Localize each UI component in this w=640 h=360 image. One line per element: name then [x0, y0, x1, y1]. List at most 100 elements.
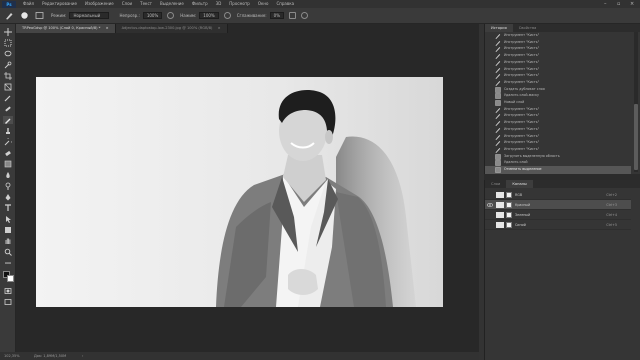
menu-help[interactable]: Справка — [272, 0, 298, 8]
menu-filter[interactable]: Фильтр — [188, 0, 212, 8]
clone-stamp-tool-icon[interactable] — [3, 127, 13, 135]
brush-icon — [495, 80, 501, 86]
menu-image[interactable]: Изображение — [81, 0, 118, 8]
quick-mask-icon[interactable] — [3, 287, 13, 295]
mode-label: Режим: — [51, 13, 67, 18]
eyedropper-tool-icon[interactable] — [3, 94, 13, 102]
brush-icon — [495, 127, 501, 133]
channel-thumbnail — [496, 192, 504, 198]
brush-icon — [495, 46, 501, 53]
history-scrollbar[interactable] — [634, 32, 638, 172]
menu-type[interactable]: Текст — [136, 0, 156, 8]
menu-view[interactable]: Просмотр — [225, 0, 254, 8]
channel-row[interactable]: RGB Ctrl+2 — [485, 190, 631, 200]
gradient-tool-icon[interactable] — [3, 160, 13, 168]
marquee-tool-icon[interactable] — [3, 39, 13, 47]
history-panel-tabs: История Свойства — [485, 24, 640, 32]
screen-mode-icon[interactable] — [3, 298, 13, 306]
pressure-size-icon[interactable] — [301, 12, 309, 19]
healing-brush-tool-icon[interactable] — [3, 105, 13, 113]
smoothing-input[interactable]: 0% — [269, 12, 285, 19]
visibility-toggle[interactable] — [487, 222, 493, 228]
flow-input[interactable]: 100% — [199, 12, 219, 19]
type-tool-icon[interactable] — [3, 204, 13, 212]
tab-channels[interactable]: Каналы — [506, 180, 533, 188]
opacity-input[interactable]: 100% — [142, 12, 163, 19]
brush-icon — [495, 60, 501, 66]
hand-tool-icon[interactable] — [3, 237, 13, 245]
move-tool-icon[interactable] — [3, 28, 13, 36]
frame-tool-icon[interactable] — [3, 83, 13, 91]
pressure-opacity-icon[interactable] — [167, 12, 175, 19]
tab-close-icon[interactable]: × — [218, 26, 221, 30]
tab-history[interactable]: История — [485, 24, 513, 32]
minimize-icon[interactable]: – — [604, 0, 607, 8]
tab-close-icon[interactable]: × — [106, 26, 109, 30]
menu-file[interactable]: Файл — [19, 0, 38, 8]
crop-tool-icon[interactable] — [3, 72, 13, 80]
blur-tool-icon[interactable] — [3, 171, 13, 179]
close-window-icon[interactable]: × — [630, 0, 634, 8]
shape-tool-icon[interactable] — [3, 226, 13, 234]
zoom-tool-icon[interactable] — [3, 248, 13, 256]
status-arrow-icon[interactable]: › — [82, 352, 83, 360]
brush-icon — [495, 73, 501, 80]
channel-row[interactable]: Синий Ctrl+5 — [485, 220, 631, 230]
visibility-toggle[interactable] — [487, 192, 493, 198]
menu-3d[interactable]: 3D — [212, 0, 226, 8]
brush-tool-icon[interactable] — [3, 116, 13, 124]
menu-window[interactable]: Окно — [254, 0, 273, 8]
background-color-swatch[interactable] — [7, 275, 14, 282]
channel-row[interactable]: Зеленый Ctrl+4 — [485, 210, 631, 220]
visibility-toggle[interactable] — [487, 212, 493, 218]
more-tools-icon[interactable] — [3, 259, 13, 267]
channel-name: Красный — [515, 203, 531, 207]
tab-active-document[interactable]: TRPeoGdsp @ 100% (Слой 0, Красный/8) * × — [16, 24, 116, 33]
brush-icon — [495, 107, 501, 113]
document-photo[interactable] — [36, 77, 443, 307]
history-item-label: Отменить выделение — [504, 167, 542, 171]
zoom-level[interactable]: 102,35% — [4, 352, 20, 360]
channel-name: Зеленый — [515, 213, 531, 217]
app-logo: Ps — [2, 0, 16, 8]
path-selection-tool-icon[interactable] — [3, 215, 13, 223]
menu-layers[interactable]: Слои — [118, 0, 136, 8]
brush-size-picker[interactable] — [19, 11, 30, 20]
history-item[interactable]: Отменить выделение — [485, 166, 631, 174]
channel-mask-thumbnail — [506, 202, 512, 208]
brush-icon — [495, 33, 501, 39]
channel-name: RGB — [515, 193, 523, 197]
brush-panel-icon[interactable] — [34, 11, 45, 20]
brush-icon — [495, 53, 501, 60]
channel-shortcut: Ctrl+3 — [606, 203, 617, 207]
dodge-tool-icon[interactable] — [3, 182, 13, 190]
smoothing-settings-icon[interactable] — [289, 12, 297, 19]
airbrush-icon[interactable] — [223, 12, 231, 19]
mode-select[interactable]: Нормальный — [69, 12, 110, 19]
history-state-icon — [495, 100, 501, 106]
doc-size: Док: 1,89М/1,50М — [34, 354, 67, 358]
channel-name: Синий — [515, 223, 526, 227]
quick-select-tool-icon[interactable] — [3, 61, 13, 69]
menu-select[interactable]: Выделение — [156, 0, 188, 8]
channel-mask-thumbnail — [506, 222, 512, 228]
brush-icon — [495, 113, 501, 120]
maximize-icon[interactable]: ▫ — [617, 0, 620, 8]
eye-icon[interactable] — [486, 202, 494, 208]
smoothing-label: Сглаживание: — [236, 13, 267, 18]
channel-thumbnail — [496, 222, 504, 228]
history-list: Инструмент "Кисть" Инструмент "Кисть" Инст… — [485, 32, 635, 174]
tab-second-document[interactable]: Adjectus-daptostop-low-2300.jpg @ 100% (… — [115, 24, 228, 33]
channel-row[interactable]: Красный Ctrl+3 — [485, 200, 631, 210]
tab-layers[interactable]: Слои — [485, 180, 506, 188]
pen-tool-icon[interactable] — [3, 193, 13, 201]
tab-properties[interactable]: Свойства — [513, 24, 543, 32]
menu-edit[interactable]: Редактирование — [38, 0, 81, 8]
tab-label: Adjectus-daptostop-low-2300.jpg @ 100% (… — [121, 26, 213, 30]
eraser-tool-icon[interactable] — [3, 149, 13, 157]
history-brush-tool-icon[interactable] — [3, 138, 13, 146]
tab-label: TRPeoGdsp @ 100% (Слой 0, Красный/8) * — [22, 26, 101, 30]
history-state-icon — [495, 93, 501, 100]
brush-preset-icon[interactable] — [4, 11, 15, 20]
lasso-tool-icon[interactable] — [3, 50, 13, 58]
